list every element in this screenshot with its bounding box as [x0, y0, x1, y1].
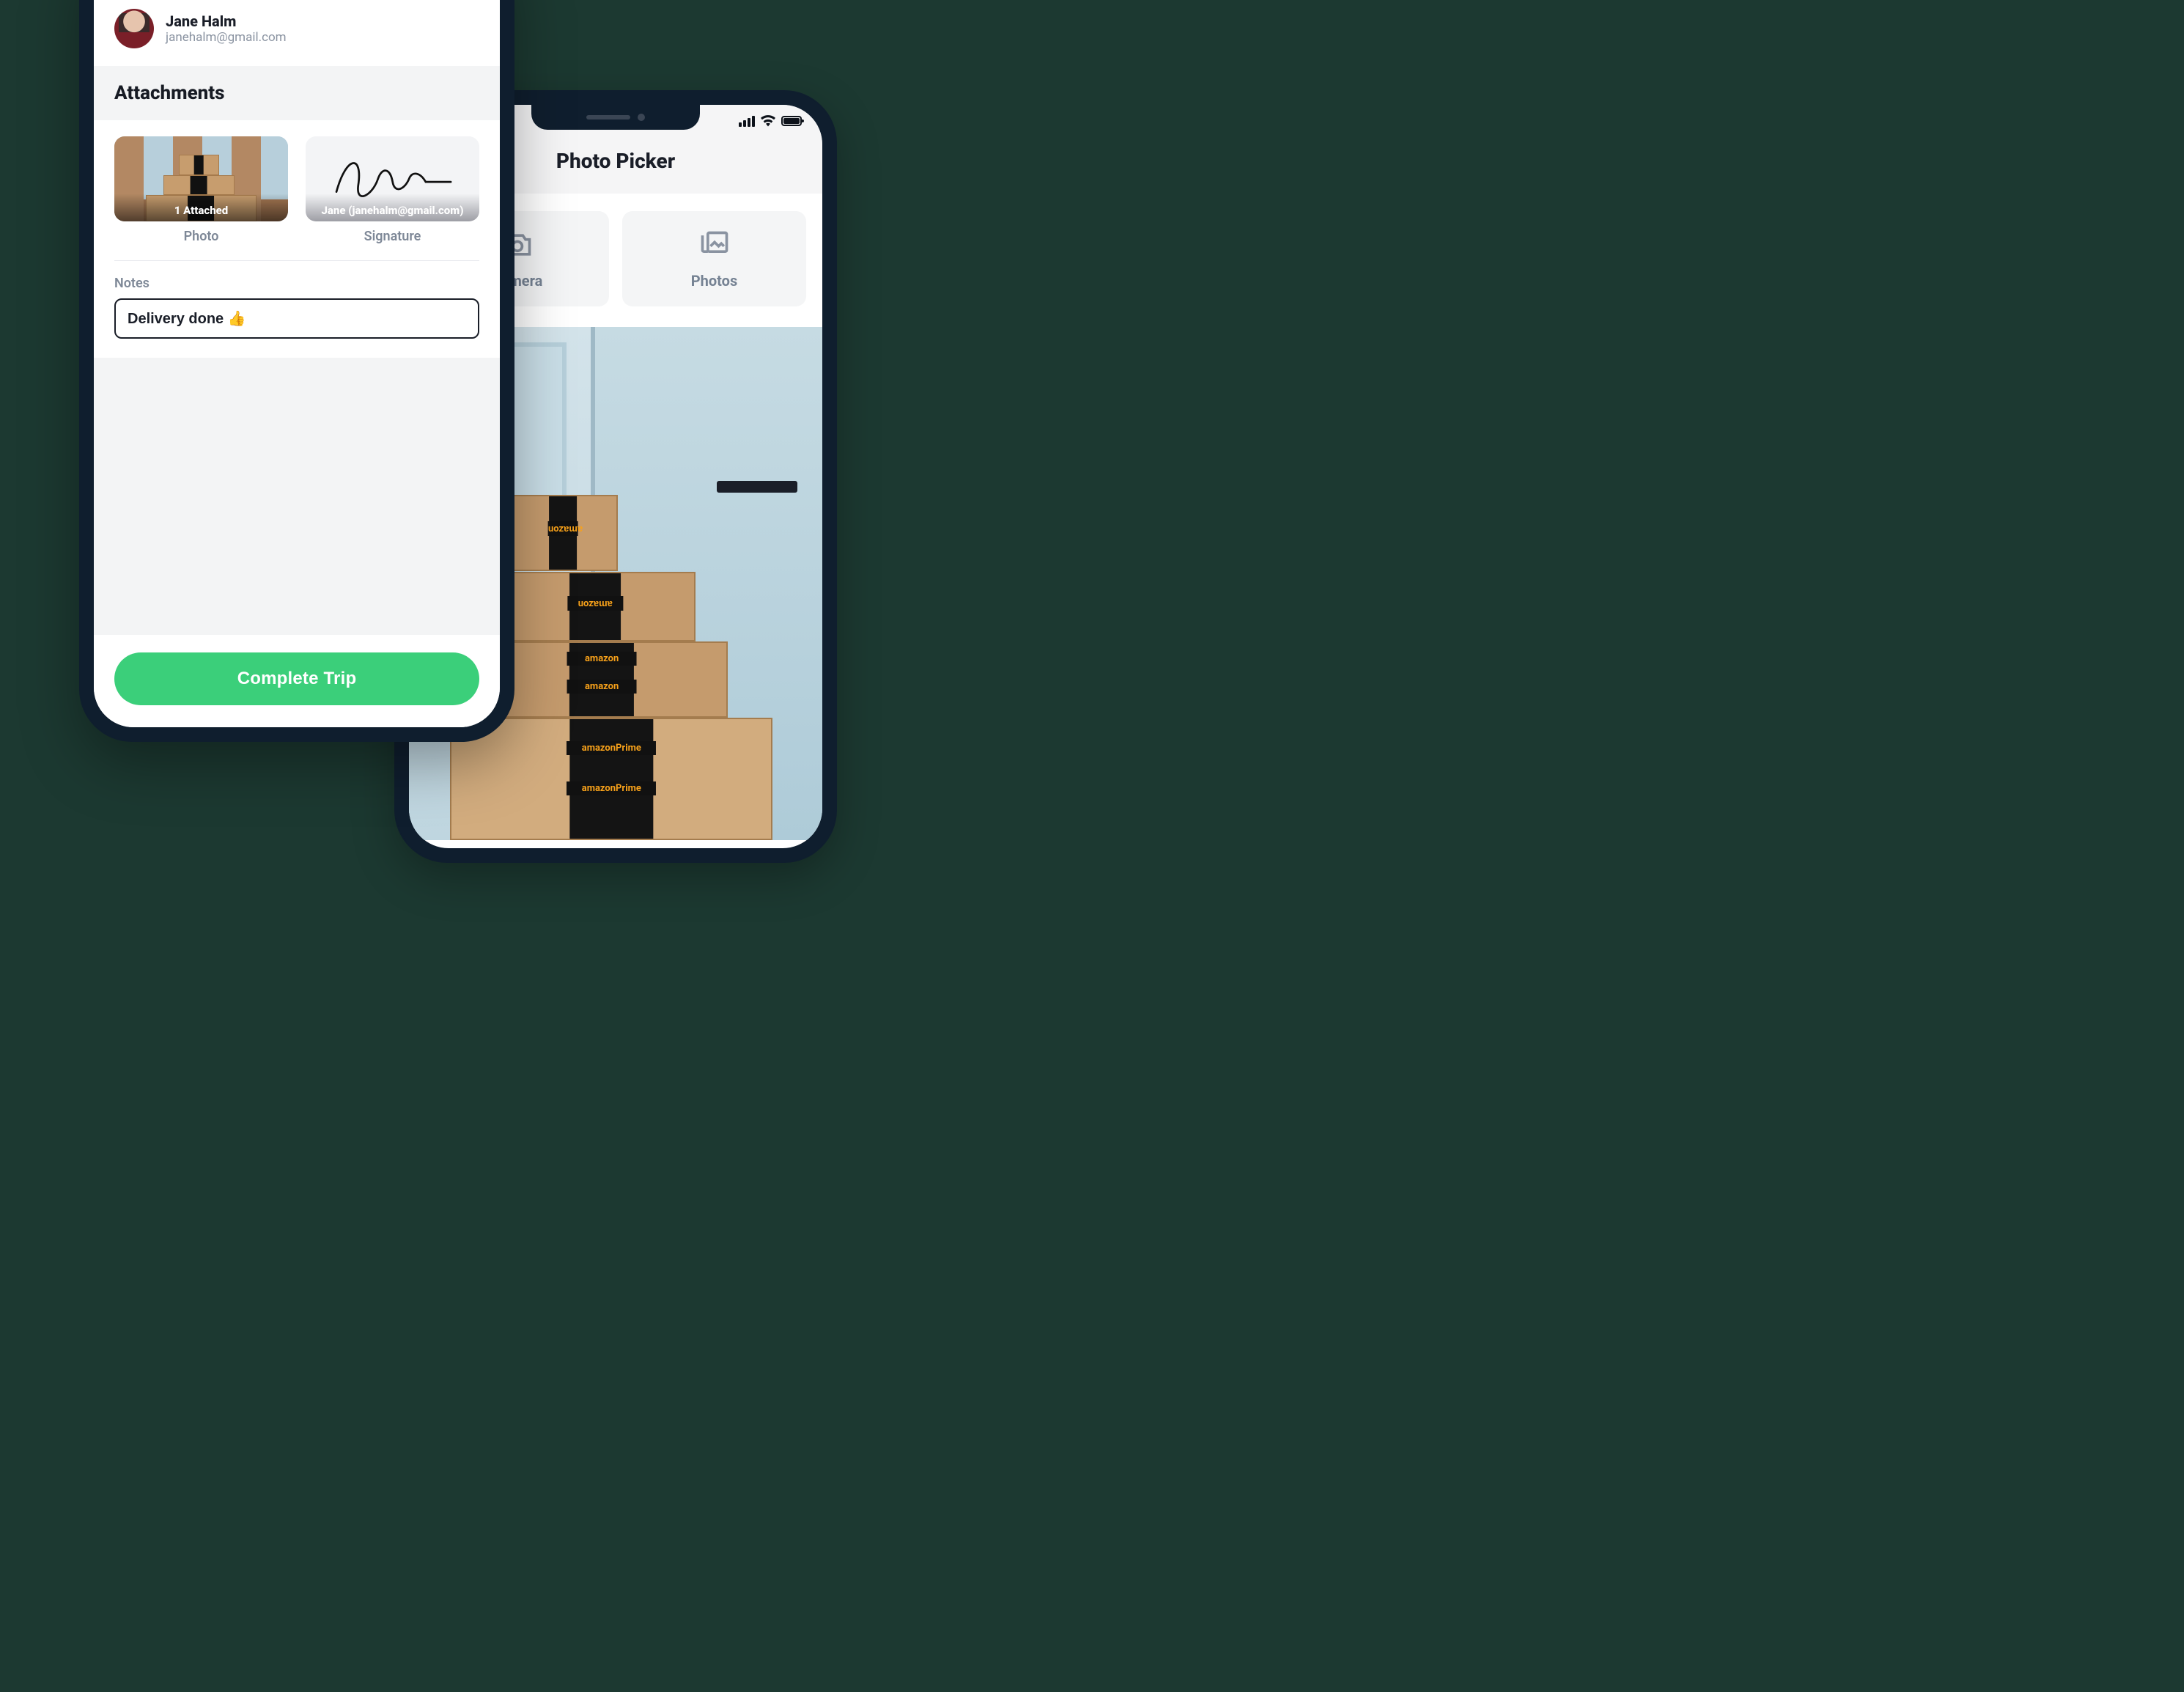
wifi-icon	[761, 115, 775, 127]
phone-delivery-details: Delivery to 238 Chatham Way, Oakland Flo…	[81, 0, 513, 740]
status-bar	[739, 115, 802, 127]
spacer	[94, 358, 500, 635]
front-camera	[638, 114, 645, 121]
photos-button[interactable]: Photos	[622, 211, 806, 306]
cellular-signal-icon	[739, 116, 755, 127]
recipient-texts: Jane Halm janehalm@gmail.com	[166, 12, 287, 45]
divider	[114, 260, 479, 261]
avatar	[114, 9, 154, 48]
signature-thumbnail: Jane (janehalm@gmail.com)	[306, 136, 479, 221]
recipient-row[interactable]: Jane Halm janehalm@gmail.com	[94, 4, 500, 66]
signature-caption: Jane (janehalm@gmail.com)	[306, 194, 479, 221]
speaker-grille	[586, 115, 630, 119]
phone-notch	[531, 105, 700, 130]
recipient-name: Jane Halm	[166, 12, 287, 30]
notes-label: Notes	[114, 276, 479, 291]
attachments-heading: Attachments	[94, 66, 500, 120]
complete-trip-button[interactable]: Complete Trip	[114, 652, 479, 705]
photo-thumbnail: 1 Attached	[114, 136, 288, 221]
attachment-signature[interactable]: Jane (janehalm@gmail.com) Signature	[306, 136, 479, 244]
footer: Complete Trip	[94, 635, 500, 727]
attachments-section: 1 Attached Photo Jane (janehalm@gmail.co…	[94, 120, 500, 358]
photo-attached-badge: 1 Attached	[114, 194, 288, 221]
attachment-cards: 1 Attached Photo Jane (janehalm@gmail.co…	[114, 136, 479, 244]
phone1-screen: Delivery to 238 Chatham Way, Oakland Flo…	[94, 0, 500, 727]
photo-library-icon	[698, 229, 731, 265]
photo-label: Photo	[184, 229, 219, 244]
signature-label: Signature	[364, 229, 421, 244]
battery-icon	[781, 116, 802, 126]
notes-input[interactable]	[114, 298, 479, 339]
attachment-photo[interactable]: 1 Attached Photo	[114, 136, 288, 244]
photos-label: Photos	[691, 272, 737, 290]
recipient-email: janehalm@gmail.com	[166, 30, 287, 45]
